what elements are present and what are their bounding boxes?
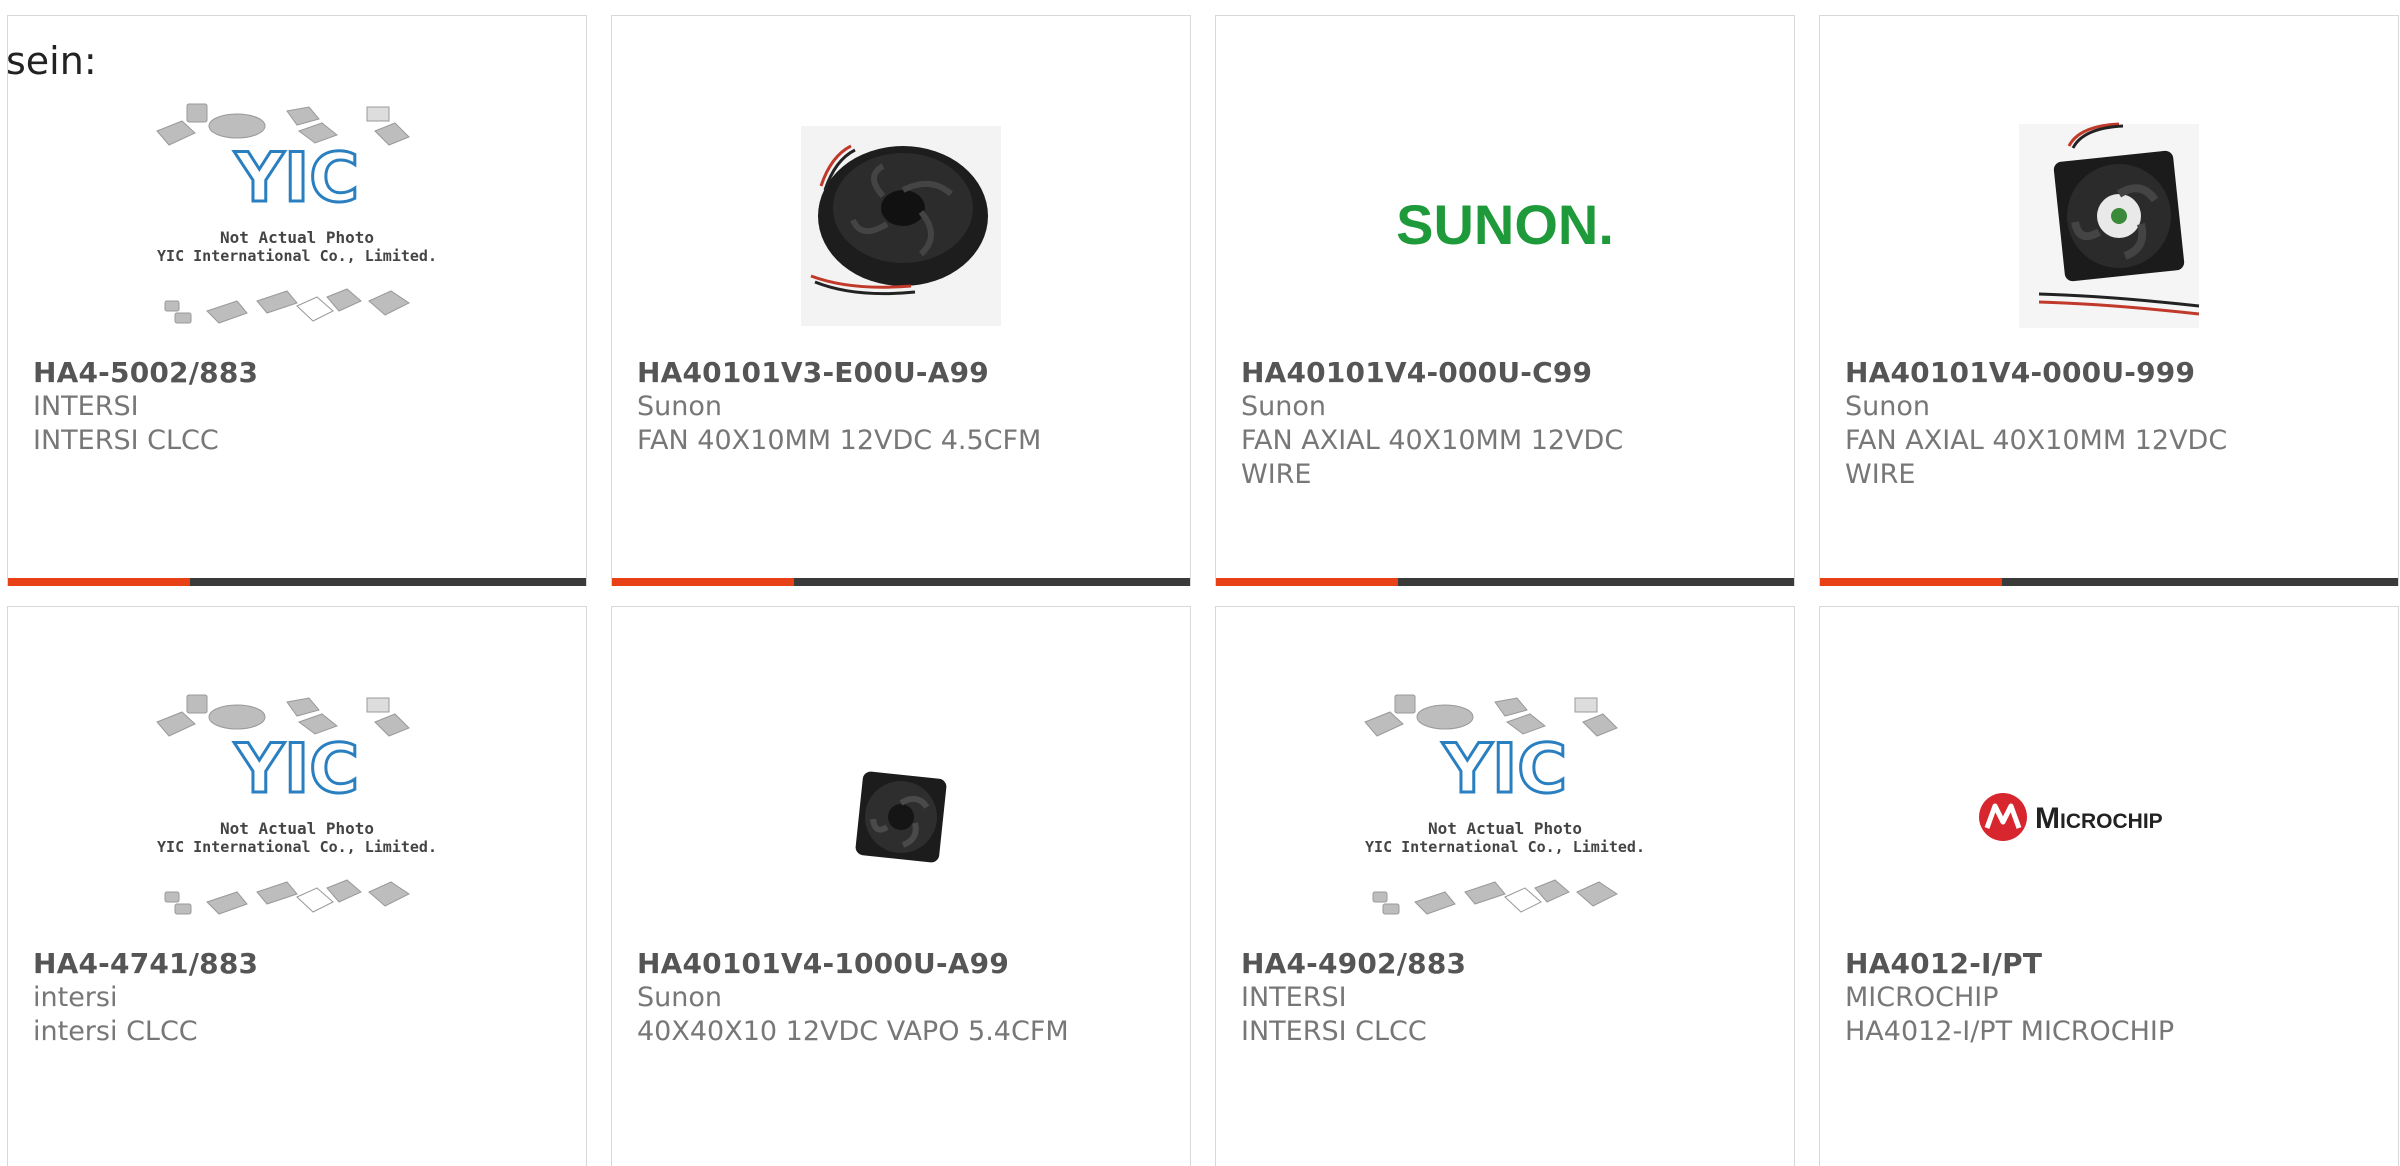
manufacturer: intersi [33,982,118,1013]
yic-company-label: YIC International Co., Limited. [157,247,437,265]
product-card[interactable]: YIC Not Actual Photo YIC International C… [7,15,587,586]
not-actual-photo-label: Not Actual Photo [1428,819,1582,838]
part-number[interactable]: HA4-4902/883 [1241,947,1771,981]
small-fan-photo [855,771,947,863]
card-accent-bar [8,578,191,586]
description: FAN AXIAL 40X10MM 12VDC WIRE [1845,425,2228,490]
round-fan-photo [801,126,1001,326]
product-card[interactable]: HA40101V4-1000U-A99 Sunon 40X40X10 12VDC… [611,606,1191,1166]
part-number[interactable]: HA40101V3-E00U-A99 [637,356,1167,390]
product-image[interactable] [1820,96,2398,356]
yic-placeholder-image: YIC Not Actual Photo YIC International C… [1364,694,1645,915]
part-number[interactable]: HA40101V4-1000U-A99 [637,947,1167,981]
product-image[interactable]: YIC Not Actual Photo YIC International C… [8,96,586,356]
card-bottom-bar [612,578,1190,586]
product-card[interactable]: Microchip HA4012-I/PT MICROCHIP HA4012-I… [1819,606,2399,1166]
yic-logo: YIC [1442,730,1567,809]
yic-logo: YIC [234,139,359,218]
lead-text: sein: [6,39,97,83]
part-number[interactable]: HA4-4741/883 [33,947,563,981]
description: HA4012-I/PT MICROCHIP [1845,1016,2175,1047]
product-grid: YIC Not Actual Photo YIC International C… [0,0,2400,1166]
yic-logo: YIC [234,730,359,809]
manufacturer: INTERSI [1241,982,1347,1013]
yic-company-label: YIC International Co., Limited. [157,838,437,856]
card-bottom-bar [8,578,586,586]
card-bottom-bar [1820,578,2398,586]
microchip-logo: Microchip [1979,793,2163,841]
part-number[interactable]: HA40101V4-000U-C99 [1241,356,1771,390]
product-card[interactable]: YIC Not Actual Photo YIC International C… [7,606,587,1166]
manufacturer: Sunon [637,391,722,422]
description: intersi CLCC [33,1016,198,1047]
sunon-logo-text: SUNON. [1396,193,1614,256]
part-number[interactable]: HA4-5002/883 [33,356,563,390]
product-image[interactable] [612,687,1190,947]
part-number[interactable]: HA40101V4-000U-999 [1845,356,2375,390]
square-fan-photo [2019,122,2200,328]
product-image[interactable]: YIC Not Actual Photo YIC International C… [8,687,586,947]
yic-company-label: YIC International Co., Limited. [1365,838,1645,856]
description: FAN AXIAL 40X10MM 12VDC WIRE [1241,425,1624,490]
product-image[interactable]: YIC Not Actual Photo YIC International C… [1216,687,1794,947]
description: INTERSI CLCC [33,425,219,456]
card-accent-bar [612,578,795,586]
manufacturer: Sunon [1845,391,1930,422]
description: INTERSI CLCC [1241,1016,1427,1047]
product-card[interactable]: SUNON. HA40101V4-000U-C99 Sunon FAN AXIA… [1215,15,1795,586]
manufacturer: INTERSI [33,391,139,422]
card-bottom-bar [1216,578,1794,586]
product-image[interactable]: SUNON. [1216,96,1794,356]
card-accent-bar [1820,578,2003,586]
product-card[interactable]: HA40101V3-E00U-A99 Sunon FAN 40X10MM 12V… [611,15,1191,586]
not-actual-photo-label: Not Actual Photo [220,228,374,247]
part-number[interactable]: HA4012-I/PT [1845,947,2375,981]
manufacturer: Sunon [637,982,722,1013]
product-card[interactable]: HA40101V4-000U-999 Sunon FAN AXIAL 40X10… [1819,15,2399,586]
product-card[interactable]: YIC Not Actual Photo YIC International C… [1215,606,1795,1166]
manufacturer: MICROCHIP [1845,982,1999,1013]
sunon-logo: SUNON. [1396,193,1614,256]
description: 40X40X10 12VDC VAPO 5.4CFM [637,1016,1069,1047]
product-image[interactable] [612,96,1190,356]
yic-placeholder-image: YIC Not Actual Photo YIC International C… [156,103,437,324]
card-accent-bar [1216,578,1399,586]
manufacturer: Sunon [1241,391,1326,422]
microchip-logo-text: Microchip [2035,802,2163,835]
yic-placeholder-image: YIC Not Actual Photo YIC International C… [156,694,437,915]
description: FAN 40X10MM 12VDC 4.5CFM [637,425,1042,456]
product-image[interactable]: Microchip [1820,687,2398,947]
not-actual-photo-label: Not Actual Photo [220,819,374,838]
